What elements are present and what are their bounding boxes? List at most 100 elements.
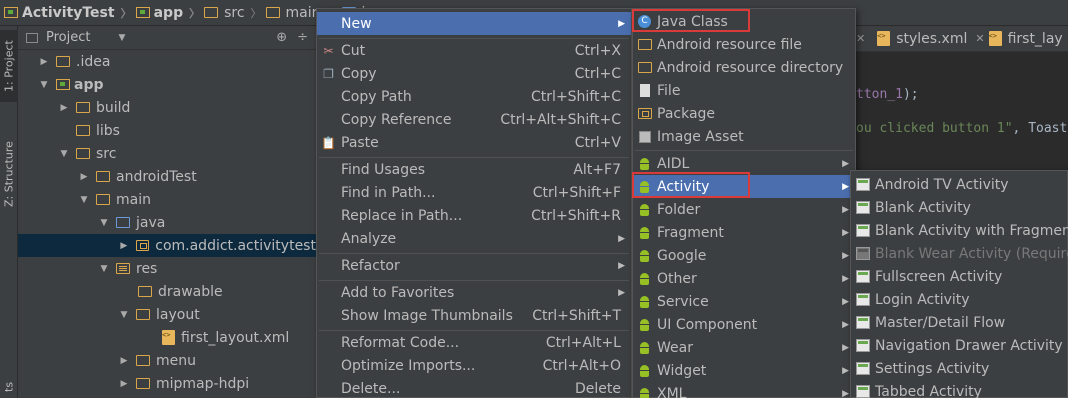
tree-item-libs[interactable]: libs [18,119,316,142]
menu-item-copy-reference[interactable]: Copy Reference Ctrl+Alt+Shift+C [317,108,631,131]
menu-item-reformat-code[interactable]: Reformat Code... Ctrl+Alt+L [317,331,631,354]
submenu-arrow-icon: ▶ [618,260,625,271]
menu-item-master-detail-flow[interactable]: Master/Detail Flow [851,311,1067,334]
expand-arrow-icon[interactable]: ▶ [38,57,50,67]
tree-item-androidtest[interactable]: ▶ androidTest [18,165,316,188]
submenu-arrow-icon: ▶ [842,181,849,192]
activity-template-icon [855,246,870,261]
tree-item-package[interactable]: ▶ com.addict.activitytest [18,234,316,257]
breadcrumb-item-src[interactable]: src 〉 [204,5,262,21]
submenu-arrow-icon: ▶ [842,319,849,330]
close-icon[interactable]: ✕ [975,32,984,45]
callout-box-java-class [632,9,750,32]
breadcrumb-item-app[interactable]: app 〉 [135,5,200,21]
menu-item-paste[interactable]: 📋 Paste Ctrl+V [317,131,631,154]
menu-item-find-usages[interactable]: Find Usages Alt+F7 [317,158,631,181]
menu-item-android-resource-directory[interactable]: Android resource directory [633,56,855,79]
menu-item-copy-path[interactable]: Copy Path Ctrl+Shift+C [317,85,631,108]
tree-item-res[interactable]: ▼ res [18,257,316,280]
menu-item-blank-activity-with-fragment[interactable]: Blank Activity with Fragment [851,219,1068,242]
collapse-arrow-icon[interactable]: ▼ [118,310,130,320]
menu-item-image-asset[interactable]: Image Asset [633,125,855,148]
menu-item-replace-in-path[interactable]: Replace in Path... Ctrl+Shift+R [317,204,631,227]
paste-icon: 📋 [321,135,336,150]
code-line: tton_1); [856,87,919,102]
tab-styles-xml[interactable]: styles.xml [877,31,967,47]
android-icon [637,202,652,217]
menu-item-file[interactable]: File [633,79,855,102]
menu-item-tabbed-activity[interactable]: Tabbed Activity [851,380,1067,398]
menu-item-navigation-drawer-activity[interactable]: Navigation Drawer Activity [851,334,1067,357]
package-icon [637,106,652,121]
menu-item-show-image-thumbnails[interactable]: Show Image Thumbnails Ctrl+Shift+T [317,304,631,327]
breadcrumb-item-project[interactable]: ActivityTest 〉 [4,5,132,21]
android-icon [637,156,652,171]
tree-item-build[interactable]: ▶ build [18,96,316,119]
expand-arrow-icon[interactable]: ▶ [118,356,130,366]
captures-tool-tab[interactable]: ts [0,376,18,398]
project-tool-tab[interactable]: 1: Project [0,30,18,102]
menu-item-google[interactable]: Google ▶ [633,244,855,267]
menu-item-settings-activity[interactable]: Settings Activity [851,357,1067,380]
activity-template-icon [855,292,870,307]
menu-item-fragment[interactable]: Fragment ▶ [633,221,855,244]
menu-item-android-resource-file[interactable]: Android resource file [633,33,855,56]
menu-item-find-in-path[interactable]: Find in Path... Ctrl+Shift+F [317,181,631,204]
chevron-down-icon[interactable]: ▼ [118,33,125,43]
tree-item-app[interactable]: ▼ app [18,73,316,96]
menu-item-ui-component[interactable]: UI Component ▶ [633,313,855,336]
expand-arrow-icon[interactable]: ▶ [78,172,90,182]
collapse-arrow-icon[interactable]: ▼ [38,80,50,90]
resource-folder-icon [116,263,130,274]
collapse-arrow-icon[interactable]: ▼ [58,149,70,159]
activity-template-icon [855,200,870,215]
menu-item-other[interactable]: Other ▶ [633,267,855,290]
menu-item-package[interactable]: Package [633,102,855,125]
sync-icon[interactable]: ⊕ [276,30,287,45]
tree-item-mipmap-hdpi[interactable]: ▶ mipmap-hdpi [18,372,316,395]
tab-close-button[interactable]: ✕ [856,32,869,45]
tree-item-java[interactable]: ▼ java [18,211,316,234]
scissors-icon: ✂ [323,43,334,58]
menu-item-cut[interactable]: ✂ Cut Ctrl+X [317,39,631,62]
source-folder-icon [116,217,130,228]
folder-icon [96,171,110,182]
menu-item-delete[interactable]: Delete... Delete [317,377,631,398]
menu-item-xml[interactable]: XML ▶ [633,382,855,398]
menu-item-copy[interactable]: ❐ Copy Ctrl+C [317,62,631,85]
menu-item-fullscreen-activity[interactable]: Fullscreen Activity [851,265,1067,288]
editor-tab-bar: ✕ styles.xml ✕first_lay [856,26,1068,52]
menu-item-service[interactable]: Service ▶ [633,290,855,313]
tab-first-layout[interactable]: ✕first_lay [975,31,1062,47]
tree-item-first-layout[interactable]: first_layout.xml [18,326,316,349]
collapse-arrow-icon[interactable]: ▼ [98,264,110,274]
menu-item-new[interactable]: New ▶ [317,12,631,35]
collapse-arrow-icon[interactable]: ▼ [98,218,110,228]
tree-item-menu[interactable]: ▶ menu [18,349,316,372]
tree-item-drawable[interactable]: drawable [18,280,316,303]
structure-tool-tab[interactable]: Z: Structure [0,126,18,222]
tree-item-idea[interactable]: ▶ .idea [18,50,316,73]
collapse-arrow-icon[interactable]: ▼ [78,195,90,205]
menu-item-refactor[interactable]: Refactor ▶ [317,254,631,277]
file-icon [637,83,652,98]
tree-item-src[interactable]: ▼ src [18,142,316,165]
tree-item-main[interactable]: ▼ main [18,188,316,211]
expand-arrow-icon[interactable]: ▶ [58,103,70,113]
settings-icon[interactable]: ÷ [297,30,308,45]
menu-item-add-to-favorites[interactable]: Add to Favorites ▶ [317,281,631,304]
menu-item-analyze[interactable]: Analyze ▶ [317,227,631,250]
folder-icon [637,60,652,75]
menu-item-login-activity[interactable]: Login Activity [851,288,1067,311]
menu-item-folder[interactable]: Folder ▶ [633,198,855,221]
expand-arrow-icon[interactable]: ▶ [118,379,130,389]
menu-item-widget[interactable]: Widget ▶ [633,359,855,382]
project-view-select[interactable]: Project [46,30,90,45]
menu-item-blank-activity[interactable]: Blank Activity [851,196,1067,219]
tree-item-layout[interactable]: ▼ layout [18,303,316,326]
menu-item-wear[interactable]: Wear ▶ [633,336,855,359]
expand-arrow-icon[interactable]: ▶ [118,241,130,251]
callout-box-activity [632,172,750,198]
menu-item-optimize-imports[interactable]: Optimize Imports... Ctrl+Alt+O [317,354,631,377]
menu-item-android-tv-activity[interactable]: Android TV Activity [851,173,1067,196]
